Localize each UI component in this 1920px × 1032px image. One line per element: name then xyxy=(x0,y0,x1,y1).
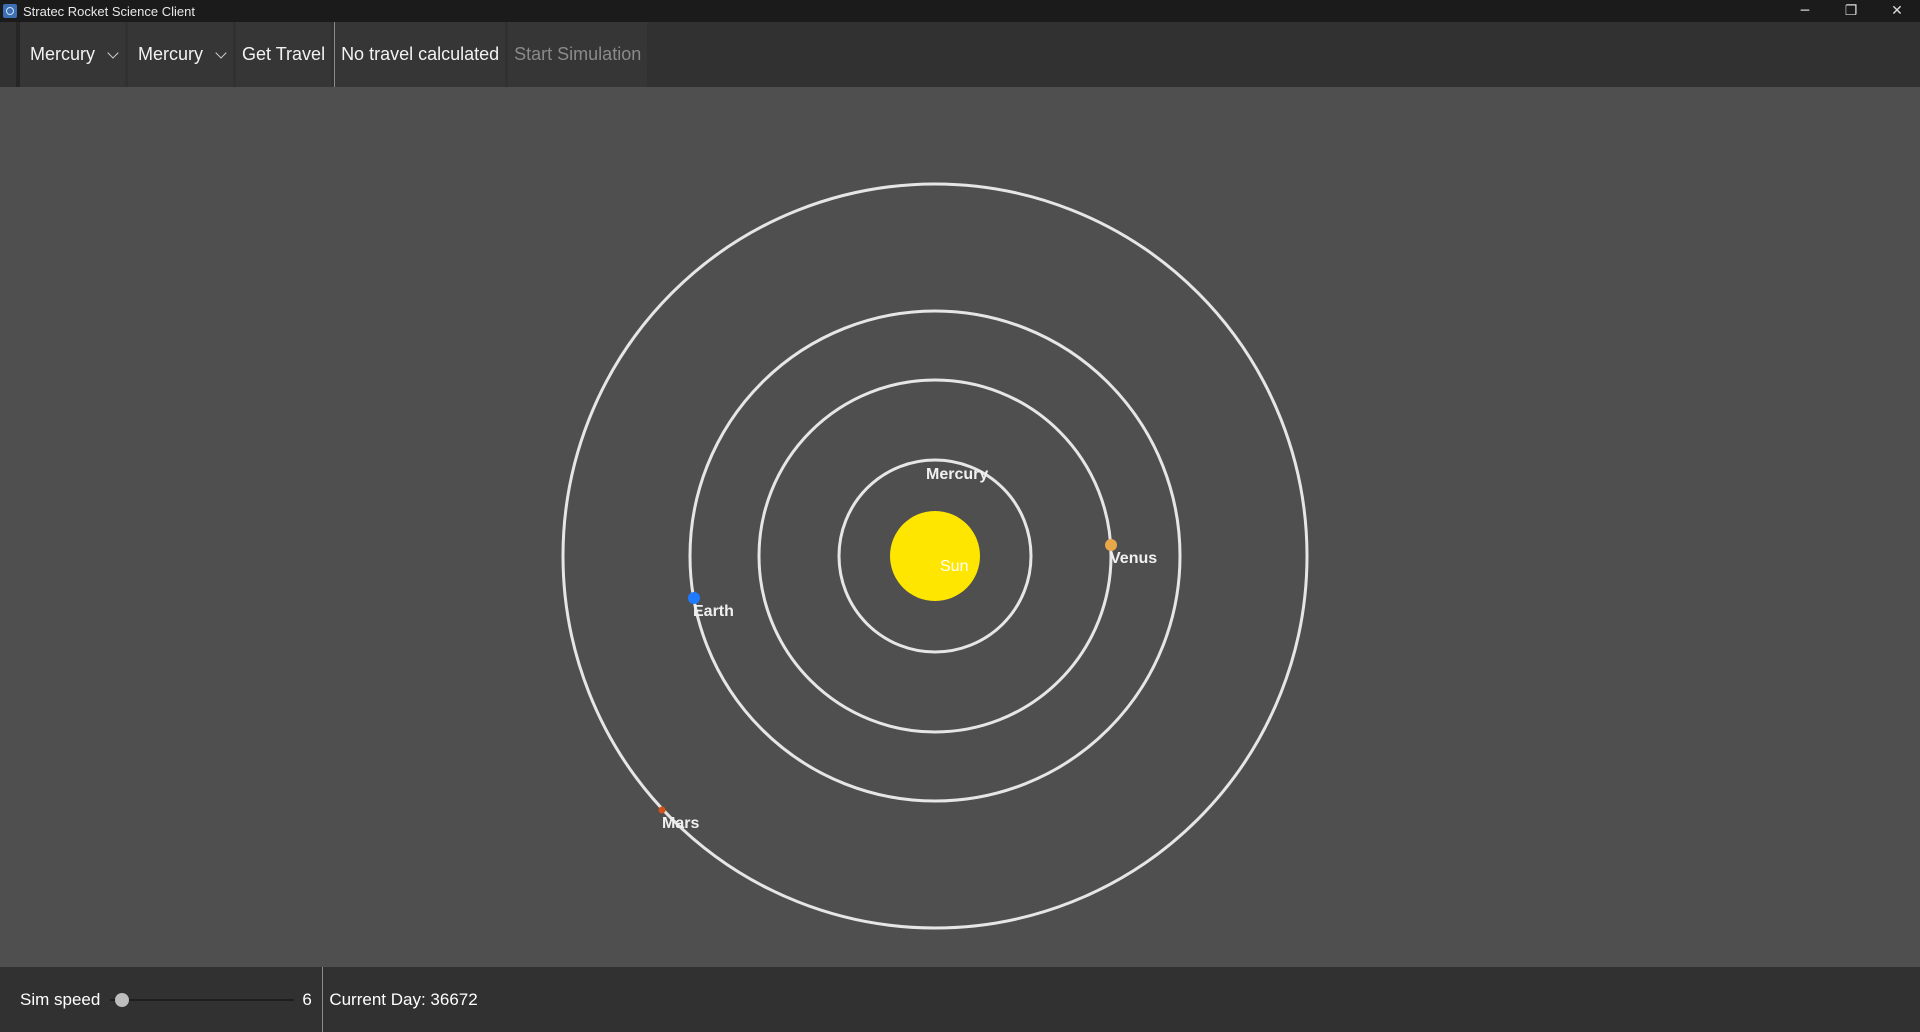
destination-planet-value: Mercury xyxy=(138,44,204,64)
chevron-down-icon xyxy=(107,46,119,59)
solar-system-canvas: Sun Mercury Venus Earth Mars xyxy=(0,87,1920,967)
minimize-button[interactable]: ─ xyxy=(1782,0,1828,22)
mars-label: Mars xyxy=(662,815,699,832)
start-simulation-button[interactable]: Start Simulation xyxy=(508,22,648,87)
earth-label: Earth xyxy=(693,603,734,620)
origin-planet-select[interactable]: Mercury xyxy=(16,22,126,87)
solar-system-svg: Sun Mercury Venus Earth Mars xyxy=(561,182,1309,930)
sim-speed-label: Sim speed xyxy=(20,989,101,1009)
toolbar: Mercury Mercury Get Travel No travel cal… xyxy=(0,22,1920,87)
travel-status: No travel calculated xyxy=(334,22,506,87)
close-button[interactable]: ✕ xyxy=(1874,0,1920,22)
sim-speed-value: 6 xyxy=(302,989,312,1009)
mars-marker xyxy=(658,806,666,814)
destination-planet-select[interactable]: Mercury xyxy=(128,22,234,87)
sun-label: Sun xyxy=(940,558,968,575)
title-bar: Stratec Rocket Science Client ─ ❐ ✕ xyxy=(0,0,1920,22)
get-travel-button[interactable]: Get Travel xyxy=(236,22,332,87)
current-day-label: Current Day: 36672 xyxy=(329,989,478,1009)
sun xyxy=(890,511,980,601)
window-title: Stratec Rocket Science Client xyxy=(23,3,195,19)
sim-speed-slider[interactable] xyxy=(110,992,295,1008)
chevron-down-icon xyxy=(215,46,227,59)
maximize-button[interactable]: ❐ xyxy=(1828,0,1874,22)
venus-label: Venus xyxy=(1110,550,1157,567)
origin-planet-value: Mercury xyxy=(30,44,96,64)
window-controls: ─ ❐ ✕ xyxy=(1782,0,1920,22)
mercury-label: Mercury xyxy=(926,466,988,483)
slider-thumb[interactable] xyxy=(115,992,130,1007)
app-icon xyxy=(3,4,17,18)
bottom-bar: Sim speed 6 Current Day: 36672 xyxy=(0,967,1920,1032)
divider xyxy=(322,967,324,1032)
slider-track xyxy=(110,998,295,1001)
